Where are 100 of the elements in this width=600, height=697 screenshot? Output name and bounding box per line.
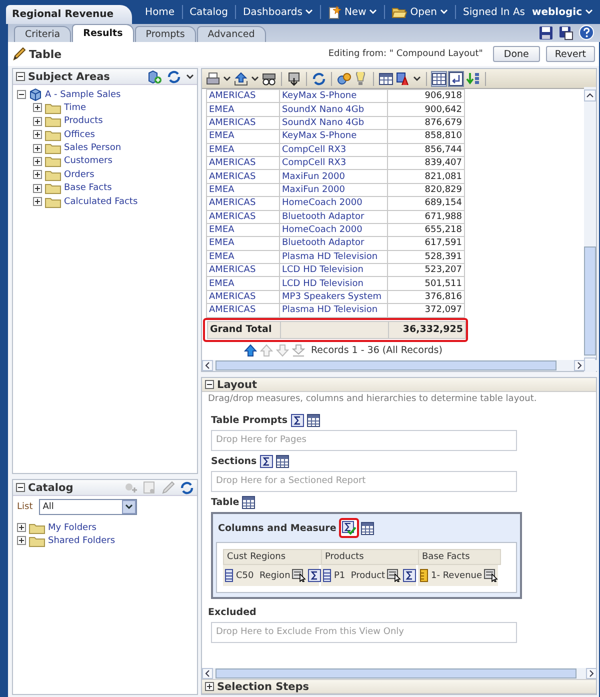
collapse-icon[interactable] — [16, 72, 25, 81]
first-page-icon[interactable] — [244, 344, 257, 357]
refresh-icon[interactable] — [167, 70, 181, 84]
upload-arrow-icon[interactable] — [234, 72, 248, 86]
table-cell: EMEA — [206, 276, 280, 290]
open-folder-icon — [392, 6, 408, 18]
records-label: Records 1 - 36 (All Records) — [311, 344, 442, 356]
properties-cursor-icon[interactable] — [387, 569, 402, 582]
user-menu[interactable]: Signed In As weblogic — [454, 5, 600, 19]
folder-icon — [45, 155, 61, 168]
nav-menu-item[interactable]: Open — [384, 5, 455, 19]
editor-button[interactable]: Revert — [546, 46, 595, 62]
tab[interactable]: Advanced — [196, 26, 266, 42]
table-cell: SoundX Nano 4Gb — [280, 102, 388, 116]
tree-item[interactable]: Sales Person — [64, 143, 122, 154]
save-icon[interactable] — [539, 26, 553, 40]
table-cell: LCD HD Television — [280, 276, 388, 290]
horizontal-scrollbar[interactable] — [202, 360, 598, 371]
document-arrow-icon[interactable] — [287, 72, 301, 86]
column-header: Base Facts — [418, 549, 502, 565]
refresh-icon[interactable] — [312, 72, 326, 86]
table-cell: MaxiFun 2000 — [280, 170, 388, 184]
collapse-icon[interactable] — [205, 682, 214, 691]
panel-title: Subject Areas — [28, 70, 110, 82]
tree-item[interactable]: Products — [64, 116, 103, 126]
expander-icon[interactable] — [17, 523, 26, 532]
table-grid-icon[interactable] — [379, 72, 393, 86]
properties-cursor-icon[interactable] — [484, 569, 498, 582]
printer-icon[interactable] — [206, 72, 220, 86]
expander-icon[interactable] — [33, 103, 42, 112]
new-document-icon — [328, 6, 342, 18]
expander-icon[interactable] — [33, 116, 42, 126]
sigma-icon[interactable] — [260, 455, 273, 468]
table-view-icon[interactable] — [432, 72, 446, 86]
horizontal-scrollbar[interactable] — [202, 668, 598, 679]
collapse-icon[interactable] — [16, 483, 25, 492]
caret-icon[interactable] — [413, 76, 421, 82]
column-item[interactable]: 1- Revenue — [418, 565, 484, 586]
caret-icon[interactable] — [186, 74, 194, 80]
table-cell: LCD HD Television — [280, 264, 388, 277]
tree-item[interactable]: Base Facts — [64, 183, 112, 194]
nav-menu-item[interactable]: Home — [138, 5, 182, 19]
tree-item[interactable]: Customers — [64, 156, 112, 166]
nav-menu-item[interactable]: New — [320, 5, 384, 19]
collapse-icon[interactable] — [205, 380, 214, 389]
table-grid-icon[interactable] — [306, 414, 320, 427]
expander-icon[interactable] — [17, 90, 26, 99]
table-cell: EMEA — [206, 223, 280, 237]
tab[interactable]: Criteria — [14, 26, 72, 42]
refresh-icon[interactable] — [180, 480, 194, 494]
table-cell: 858,810 — [388, 130, 464, 144]
table-cell: AMERICAS — [206, 210, 280, 224]
table-cell: HomeCoach 2000 — [280, 196, 388, 210]
table-grid-icon[interactable] — [276, 455, 289, 468]
expander-icon[interactable] — [33, 144, 42, 153]
section-title: Table — [211, 497, 240, 508]
table-grid-icon[interactable] — [242, 496, 256, 509]
tree-item[interactable]: Time — [64, 102, 86, 113]
sigma-icon[interactable] — [290, 414, 304, 427]
lightbulb-icon[interactable] — [354, 72, 368, 86]
column-item[interactable]: C50 Region — [223, 565, 292, 586]
nav-menu-item[interactable]: Catalog — [182, 5, 235, 19]
tab[interactable]: Prompts — [134, 26, 196, 42]
tree-item[interactable]: Shared Folders — [48, 536, 116, 546]
table-cell: AMERICAS — [206, 264, 280, 277]
table-cell: MaxiFun 2000 — [280, 183, 388, 197]
column-item[interactable]: P1 Product — [321, 565, 388, 586]
save-as-icon[interactable] — [559, 26, 573, 40]
properties-cursor-icon[interactable] — [292, 569, 306, 582]
editor-button[interactable]: Done — [492, 46, 540, 62]
hint-text: Drag/drop measures, columns and hierarchies to determine table layout. — [208, 393, 538, 406]
expander-icon[interactable] — [33, 130, 42, 140]
tree-item[interactable]: A - Sample Sales — [45, 90, 121, 100]
expander-icon[interactable] — [33, 156, 42, 166]
table-cell: Bluetooth Adaptor — [280, 236, 388, 250]
table-grid-icon[interactable] — [361, 522, 374, 534]
caret-icon[interactable] — [251, 76, 259, 82]
totals-icon[interactable] — [403, 569, 416, 582]
expander-icon[interactable] — [33, 184, 42, 193]
tree-item[interactable]: Calculated Facts — [64, 196, 138, 207]
list-dropdown[interactable]: All — [38, 499, 137, 515]
totals-icon[interactable] — [308, 569, 322, 582]
expander-icon[interactable] — [17, 536, 26, 546]
help-icon[interactable] — [579, 25, 594, 40]
tab[interactable]: Results — [72, 24, 134, 42]
vertical-scrollbar[interactable] — [584, 87, 596, 372]
expander-icon[interactable] — [33, 170, 42, 180]
tree-item[interactable]: My Folders — [48, 522, 96, 532]
table-cell: 876,679 — [388, 116, 464, 130]
binoculars-icon[interactable] — [262, 72, 276, 86]
table-cell: 372,097 — [388, 304, 464, 318]
expander-icon[interactable] — [33, 197, 42, 206]
list-label: List — [17, 502, 33, 512]
nav-menu-item[interactable]: Dashboards — [234, 5, 320, 19]
sort-icon[interactable] — [466, 72, 480, 86]
caret-icon[interactable] — [223, 76, 231, 82]
arrow-box-icon[interactable] — [449, 72, 463, 86]
tree-item[interactable]: Orders — [64, 170, 94, 180]
tree-item[interactable]: Offices — [64, 130, 95, 140]
document-tab[interactable]: Regional Revenue — [6, 5, 132, 24]
